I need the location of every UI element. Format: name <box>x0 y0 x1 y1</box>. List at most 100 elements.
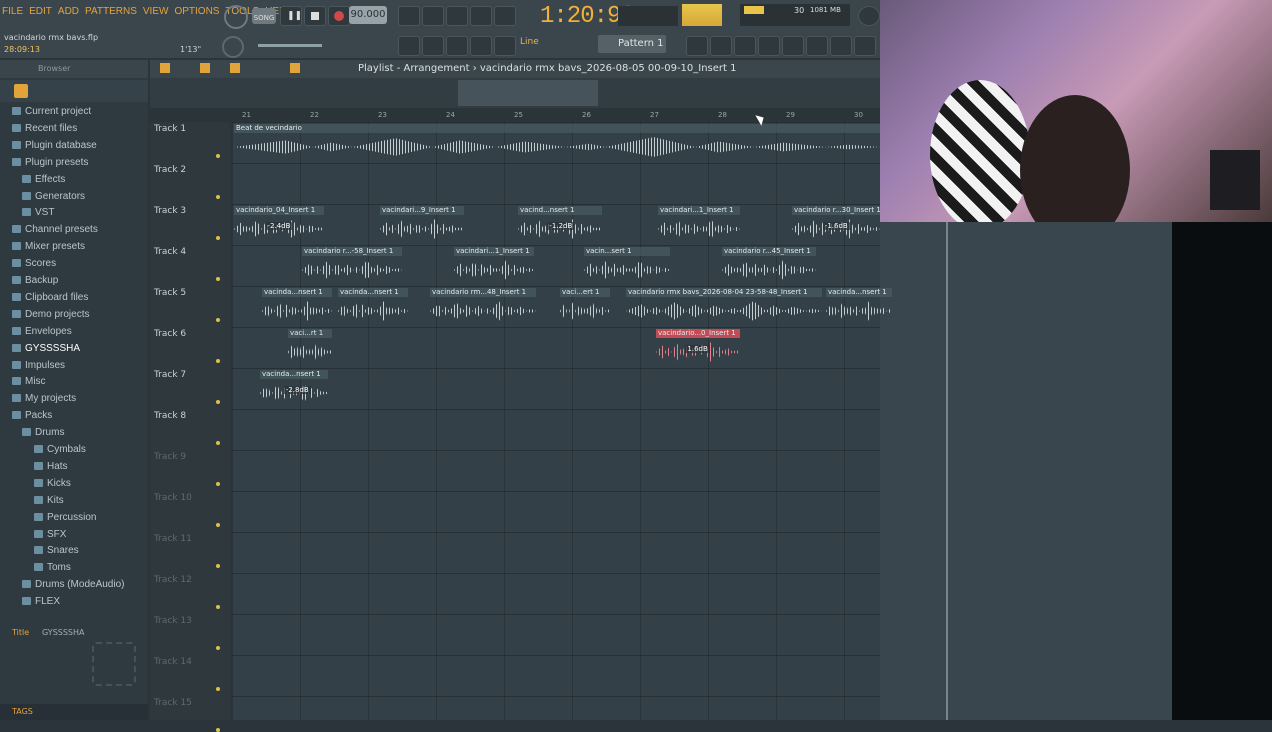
audio-clip[interactable]: vacindari...1_Insert 1 <box>454 247 534 285</box>
delete-tool-icon[interactable] <box>230 63 240 73</box>
menu-options[interactable]: OPTIONS <box>174 6 219 17</box>
track-mute-led[interactable] <box>216 154 220 158</box>
track-name[interactable]: Track 7 <box>154 370 186 380</box>
track-mute-led[interactable] <box>216 236 220 240</box>
track-name[interactable]: Track 14 <box>154 657 192 667</box>
pattern-selector[interactable]: Pattern 1 <box>598 35 666 53</box>
audio-clip[interactable]: vacind...nsert 1 -1.2dB <box>518 206 602 244</box>
link-icon[interactable] <box>470 36 492 56</box>
browser-item[interactable]: Scores <box>12 258 56 269</box>
arrangement-name[interactable]: vacindario rmx bavs_2026-08-05 00-09-10_… <box>480 63 737 74</box>
browser-item[interactable]: Snares <box>34 545 79 556</box>
track-name[interactable]: Track 8 <box>154 411 186 421</box>
browser-item[interactable]: Impulses <box>12 360 65 371</box>
track-mute-led[interactable] <box>216 523 220 527</box>
browser-item[interactable]: SFX <box>34 529 66 540</box>
audio-clip[interactable]: vacin...sert 1 <box>584 247 670 285</box>
audio-clip[interactable]: vacindario r...30_Insert 1 -1.6dB <box>792 206 880 244</box>
browser-item[interactable]: Clipboard files <box>12 292 88 303</box>
browser-item[interactable]: Kicks <box>34 478 71 489</box>
folder-add-icon[interactable] <box>92 642 136 686</box>
browser-item[interactable]: FLEX <box>22 596 60 607</box>
browser-item[interactable]: Kits <box>34 495 64 506</box>
track-mute-led[interactable] <box>216 728 220 732</box>
track-mute-led[interactable] <box>216 195 220 199</box>
menu-view[interactable]: VIEW <box>143 6 169 17</box>
next-arrow-icon[interactable] <box>422 36 444 56</box>
audio-clip[interactable]: vacindario...0_Insert 1 1.6dB <box>656 329 740 367</box>
metronome-button[interactable] <box>398 6 420 26</box>
step-edit-button[interactable] <box>470 6 492 26</box>
browser-item[interactable]: Backup <box>12 275 58 286</box>
track-mute-led[interactable] <box>216 318 220 322</box>
browser-item[interactable]: Drums <box>22 427 64 438</box>
record-button[interactable] <box>328 6 350 26</box>
master-pitch-slider[interactable] <box>258 44 322 47</box>
browser-item[interactable]: My projects <box>12 393 76 404</box>
audio-clip[interactable]: vacindario rm...48_Insert 1 <box>430 288 536 326</box>
browser-all-icon[interactable] <box>14 84 28 98</box>
browser-item[interactable]: Packs <box>12 410 52 421</box>
track-name[interactable]: Track 2 <box>154 165 186 175</box>
track-name[interactable]: Track 11 <box>154 534 192 544</box>
browser-item[interactable]: Plugin presets <box>12 157 88 168</box>
help-icon[interactable] <box>854 36 876 56</box>
browser-item[interactable]: Envelopes <box>12 326 72 337</box>
browser-item[interactable]: Drums (ModeAudio) <box>22 579 124 590</box>
track-name[interactable]: Track 15 <box>154 698 192 708</box>
plug-icon[interactable] <box>830 36 852 56</box>
track-mute-led[interactable] <box>216 277 220 281</box>
tempo-display[interactable]: 90.000 <box>349 6 387 24</box>
audio-clip[interactable]: vaci...rt 1 <box>288 329 332 367</box>
menu-edit[interactable]: EDIT <box>29 6 52 17</box>
browser-item[interactable]: Toms <box>34 562 71 573</box>
browser-item[interactable]: Percussion <box>34 512 96 523</box>
power-icon[interactable] <box>858 6 880 26</box>
audio-clip[interactable]: vacinda...nsert 1 <box>338 288 408 326</box>
track-mute-led[interactable] <box>216 482 220 486</box>
zoom-tool-icon[interactable] <box>290 63 300 73</box>
menu-add[interactable]: ADD <box>58 6 79 17</box>
audio-clip[interactable]: vacindario rmx bavs_2026-08-04 23-58-48_… <box>626 288 822 326</box>
browser-item[interactable]: Recent files <box>12 123 77 134</box>
track-name[interactable]: Track 10 <box>154 493 192 503</box>
stop-button[interactable] <box>304 6 326 26</box>
audio-clip[interactable]: vacindari...1_Insert 1 <box>658 206 740 244</box>
playlist-grid-extended[interactable] <box>880 222 1172 720</box>
playlist-overview[interactable] <box>150 78 880 108</box>
song-mode-toggle[interactable]: SONG <box>252 8 276 24</box>
audio-clip[interactable]: vaci...ert 1 <box>560 288 610 326</box>
track-name[interactable]: Track 5 <box>154 288 186 298</box>
audio-clip[interactable]: vacindario r...45_Insert 1 <box>722 247 816 285</box>
browser-item[interactable]: Generators <box>22 191 85 202</box>
track-name[interactable]: Track 12 <box>154 575 192 585</box>
mixer-button[interactable] <box>686 36 708 56</box>
plugin-picker-button[interactable] <box>782 36 804 56</box>
track-name[interactable]: Track 6 <box>154 329 186 339</box>
browser-item[interactable]: Channel presets <box>12 224 98 235</box>
track-name[interactable]: Track 1 <box>154 124 186 134</box>
track-mute-led[interactable] <box>216 564 220 568</box>
browser-item[interactable]: Hats <box>34 461 68 472</box>
master-volume-knob[interactable] <box>224 5 248 29</box>
pencil-icon[interactable] <box>446 36 468 56</box>
magnet-icon[interactable] <box>160 63 170 73</box>
playlist-view-button[interactable] <box>398 36 420 56</box>
overview-window[interactable] <box>458 80 598 106</box>
track-mute-led[interactable] <box>216 687 220 691</box>
channel-rack-button[interactable] <box>710 36 732 56</box>
audio-clip[interactable]: vacinda...nsert 1 <box>826 288 892 326</box>
track-name[interactable]: Track 4 <box>154 247 186 257</box>
browser-item[interactable]: Mixer presets <box>12 241 85 252</box>
wait-input-button[interactable] <box>422 6 444 26</box>
playhead[interactable] <box>946 222 948 720</box>
snap-selector[interactable]: Line <box>520 37 539 47</box>
audio-clip[interactable]: vacinda...nsert 1 -2.8dB <box>260 370 328 408</box>
countdown-button[interactable] <box>446 6 468 26</box>
browser-item[interactable]: GYSSSSHA <box>12 343 80 354</box>
audio-clip[interactable]: vacindario_04_Insert 1 -2.4dB <box>234 206 324 244</box>
track-mute-led[interactable] <box>216 605 220 609</box>
track-name[interactable]: Track 3 <box>154 206 186 216</box>
hand-icon[interactable] <box>494 36 516 56</box>
folder-icon[interactable] <box>806 36 828 56</box>
